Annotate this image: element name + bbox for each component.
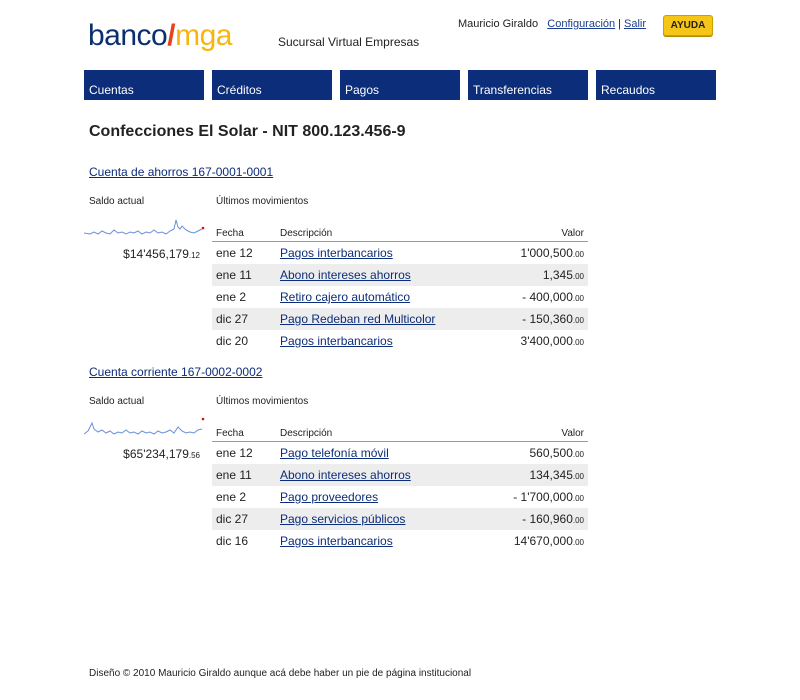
row-cents: .00 [572, 516, 584, 525]
settings-link[interactable]: Configuración [547, 18, 615, 30]
nav-item-label: Cuentas [89, 83, 134, 97]
table-row: ene 11 Abono intereses ahorros 1,345.00 [212, 264, 588, 286]
row-date: ene 11 [212, 264, 276, 286]
nav-item-label: Transferencias [473, 83, 552, 97]
balance-sparkline [84, 219, 205, 235]
row-date: ene 2 [216, 290, 247, 304]
balance-amount: $65'234,179 [123, 447, 189, 461]
row-cents: .00 [572, 250, 584, 259]
table-row: dic 20 Pagos interbancarios 3'400,000.00 [212, 330, 588, 352]
balance-cents: .56 [188, 451, 200, 460]
col-desc-header: Descripción [276, 419, 473, 442]
row-cents: .00 [572, 538, 584, 547]
row-date: ene 11 [212, 464, 276, 486]
row-description-link[interactable]: Pagos interbancarios [280, 334, 393, 348]
movements-table: Fecha Descripción Valor ene 12 Pago tele… [212, 419, 588, 552]
table-row: dic 27 Pago servicios públicos - 160,960… [212, 508, 588, 530]
help-button[interactable]: AYUDA [663, 15, 713, 36]
table-row: ene 12 Pago telefonía móvil 560,500.00 [212, 442, 588, 465]
row-date: ene 12 [216, 246, 253, 260]
row-value: 134,345 [529, 468, 573, 482]
table-row: ene 2 Retiro cajero automático - 400,000… [212, 286, 588, 308]
table-header-row: Fecha Descripción Valor [212, 219, 588, 242]
row-description-link[interactable]: Pagos interbancarios [280, 534, 393, 548]
user-bar: Mauricio Giraldo Configuración | Salir [458, 18, 646, 30]
row-description-link[interactable]: Pago servicios públicos [280, 512, 405, 526]
row-description-link[interactable]: Pago proveedores [280, 490, 378, 504]
savings-account-link[interactable]: Cuenta de ahorros 167-0001-0001 [89, 165, 273, 179]
bank-logo: banco/mga [88, 18, 232, 54]
row-description-link[interactable]: Pagos interbancarios [280, 246, 393, 260]
row-value: 560,500 [529, 446, 573, 460]
row-value: - 150,360 [522, 312, 573, 326]
row-cents: .00 [572, 338, 584, 347]
row-date: dic 16 [216, 534, 249, 548]
row-value: - 160,960 [522, 512, 573, 526]
row-description-link[interactable]: Abono intereses ahorros [280, 468, 411, 482]
table-row: dic 16 Pagos interbancarios 14'670,000.0… [212, 530, 588, 552]
row-cents: .00 [572, 294, 584, 303]
table-row: ene 12 Pagos interbancarios 1'000,500.00 [212, 242, 588, 265]
col-value-header: Valor [491, 219, 588, 242]
row-cents: .00 [572, 494, 584, 503]
movements-label: Últimos movimientos [216, 396, 309, 407]
page-title: Confecciones El Solar - NIT 800.123.456-… [89, 123, 406, 140]
nav-item-pagos[interactable]: Pagos [340, 70, 460, 100]
balance-label: Saldo actual [89, 196, 145, 207]
nav-item-recaudos[interactable]: Recaudos [596, 70, 716, 100]
current-balance: $65'234,179.56 [84, 447, 200, 461]
row-value: - 400,000 [522, 290, 573, 304]
nav-item-transferencias[interactable]: Transferencias [468, 70, 588, 100]
row-date: dic 20 [216, 334, 249, 348]
current-balance: $14'456,179.12 [84, 247, 200, 261]
row-date: ene 2 [216, 490, 247, 504]
balance-cents: .12 [188, 251, 200, 260]
row-value: 1,345 [542, 268, 573, 282]
nav-item-label: Recaudos [601, 83, 656, 97]
row-description-link[interactable]: Retiro cajero automático [280, 290, 410, 304]
row-description-link[interactable]: Abono intereses ahorros [280, 268, 411, 282]
logo-text-mga: mga [175, 19, 232, 52]
nav-item-label: Pagos [345, 83, 380, 97]
row-date: dic 27 [212, 508, 276, 530]
logo-text-banco: banco [88, 19, 168, 52]
separator: | [618, 18, 621, 30]
row-value: 3'400,000 [520, 334, 573, 348]
col-date-header: Fecha [212, 419, 276, 442]
page-footer: Diseño © 2010 Mauricio Giraldo aunque ac… [89, 668, 472, 679]
table-header-row: Fecha Descripción Valor [212, 419, 588, 442]
nav-item-creditos[interactable]: Créditos [212, 70, 332, 100]
row-cents: .00 [572, 316, 584, 325]
main-nav: Cuentas Créditos Pagos Transferencias Re… [84, 70, 716, 100]
logout-link[interactable]: Salir [624, 18, 646, 30]
nav-item-label: Créditos [217, 83, 262, 97]
movements-table: Fecha Descripción Valor ene 12 Pagos int… [212, 219, 588, 352]
row-description-link[interactable]: Pago Redeban red Multicolor [280, 312, 435, 326]
user-name: Mauricio Giraldo [458, 18, 539, 30]
row-value: 1'000,500 [520, 246, 573, 260]
table-row: ene 11 Abono intereses ahorros 134,345.0… [212, 464, 588, 486]
col-desc-header: Descripción [276, 219, 492, 242]
row-cents: .00 [572, 450, 584, 459]
row-cents: .00 [572, 472, 584, 481]
col-date-header: Fecha [212, 219, 276, 242]
balance-sparkline [84, 417, 205, 435]
table-row: dic 27 Pago Redeban red Multicolor - 150… [212, 308, 588, 330]
movements-label: Últimos movimientos [216, 196, 309, 207]
row-value: 14'670,000 [513, 534, 573, 548]
table-row: ene 2 Pago proveedores - 1'700,000.00 [212, 486, 588, 508]
col-value-header: Valor [472, 419, 588, 442]
balance-amount: $14'456,179 [123, 247, 189, 261]
nav-item-cuentas[interactable]: Cuentas [84, 70, 204, 100]
site-subtitle: Sucursal Virtual Empresas [278, 35, 420, 49]
row-date: dic 27 [212, 308, 276, 330]
row-date: ene 12 [216, 446, 253, 460]
row-description-link[interactable]: Pago telefonía móvil [280, 446, 389, 460]
row-cents: .00 [572, 272, 584, 281]
balance-label: Saldo actual [89, 396, 145, 407]
checking-account-link[interactable]: Cuenta corriente 167-0002-0002 [89, 365, 262, 379]
logo-slash: / [167, 19, 176, 52]
row-value: - 1'700,000 [513, 490, 573, 504]
